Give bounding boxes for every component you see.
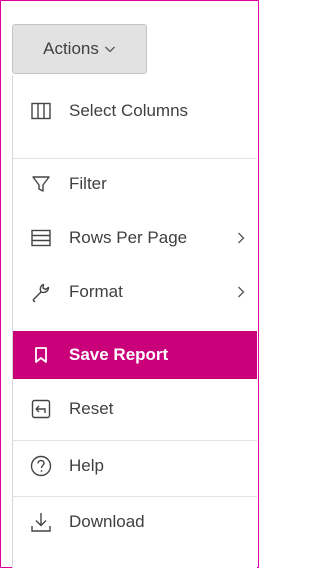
actions-button[interactable]: Actions: [12, 24, 147, 74]
chevron-right-icon: [237, 231, 247, 245]
menu-item-label: Select Columns: [69, 101, 189, 120]
rows-icon: [30, 227, 52, 249]
help-icon: [30, 455, 52, 477]
menu-item-label: Download: [69, 512, 145, 531]
menu-item-save-report[interactable]: Save Report: [13, 331, 257, 379]
menu-item-filter[interactable]: Filter: [13, 161, 257, 207]
menu-item-select-columns[interactable]: Select Columns: [13, 87, 257, 135]
filter-icon: [30, 173, 52, 195]
menu-item-reset[interactable]: Reset: [13, 386, 257, 432]
menu-item-label: Filter: [69, 174, 107, 193]
menu-item-label: Rows Per Page: [69, 228, 188, 247]
menu-item-label: Reset: [69, 399, 114, 418]
menu-divider: [13, 496, 257, 497]
chevron-down-icon: [104, 43, 116, 55]
menu-item-format[interactable]: Format: [13, 269, 257, 315]
menu-item-label: Format: [69, 282, 123, 301]
menu-item-help[interactable]: Help: [13, 443, 257, 489]
download-icon: [30, 511, 52, 533]
wrench-icon: [30, 281, 52, 303]
menu-item-download[interactable]: Download: [13, 499, 257, 545]
columns-icon: [30, 100, 52, 122]
menu-divider: [13, 158, 257, 159]
bookmark-icon: [30, 344, 52, 366]
reset-icon: [30, 398, 52, 420]
menu-item-rows-per-page[interactable]: Rows Per Page: [13, 215, 257, 261]
menu-item-label: Save Report: [69, 345, 169, 364]
chevron-right-icon: [237, 285, 247, 299]
menu-divider: [13, 440, 257, 441]
actions-button-label: Actions: [43, 39, 99, 58]
actions-menu: Select Columns Filter Rows Per Page Form…: [12, 75, 257, 568]
menu-item-label: Help: [69, 456, 104, 475]
